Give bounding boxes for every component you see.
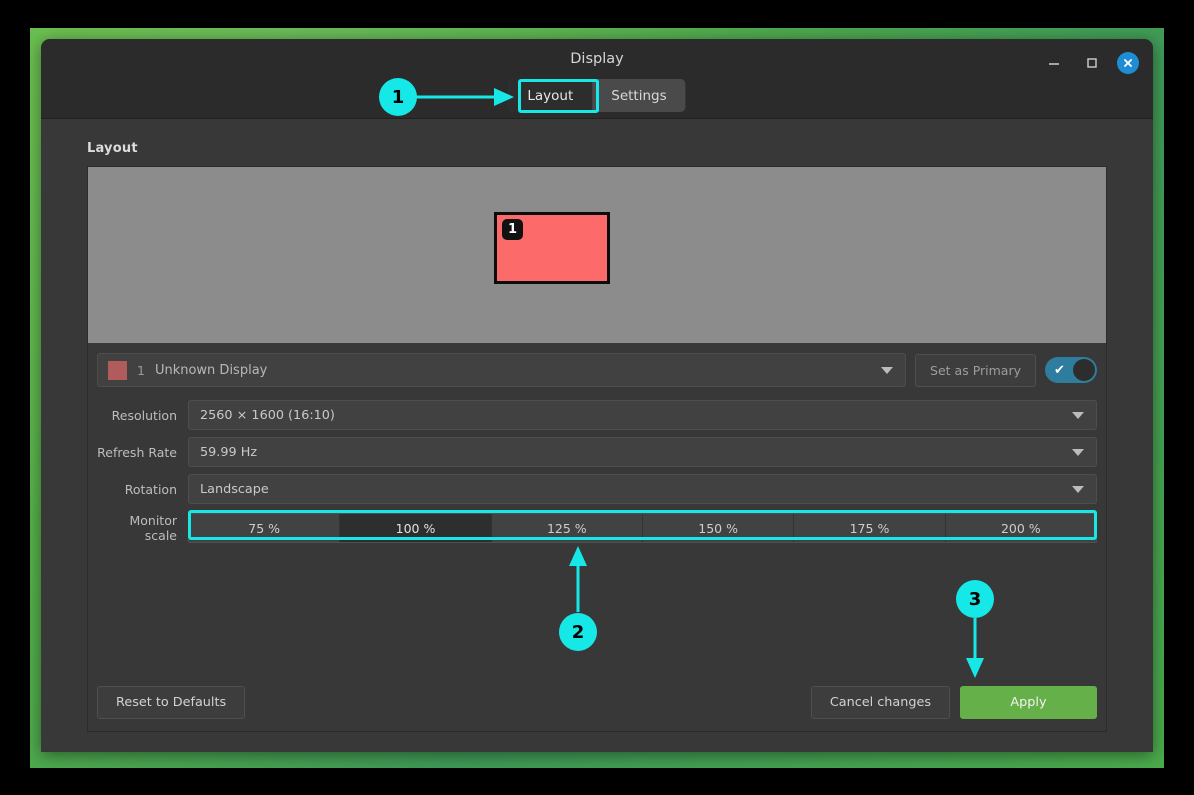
scale-option-150[interactable]: 150 % bbox=[643, 514, 794, 542]
set-as-primary-button[interactable]: Set as Primary bbox=[915, 354, 1036, 387]
panel-spacer bbox=[88, 546, 1106, 686]
rotation-label: Rotation bbox=[97, 482, 188, 497]
section-title-layout: Layout bbox=[87, 141, 1107, 156]
chevron-down-icon bbox=[881, 367, 893, 374]
refresh-rate-row: Refresh Rate 59.99 Hz bbox=[97, 434, 1097, 470]
minimize-icon[interactable] bbox=[1041, 50, 1067, 76]
display-enabled-toggle[interactable]: ✔ bbox=[1045, 357, 1097, 383]
window-titlebar: Display Layout Settings bbox=[41, 39, 1153, 119]
tab-layout[interactable]: Layout bbox=[508, 79, 592, 112]
chevron-down-icon bbox=[1072, 412, 1084, 419]
resolution-row: Resolution 2560 × 1600 (16:10) bbox=[97, 397, 1097, 433]
screenshot-root: Display Layout Settings bbox=[0, 0, 1194, 795]
chevron-down-icon bbox=[1072, 486, 1084, 493]
display-settings-window: Display Layout Settings bbox=[41, 39, 1153, 752]
resolution-value: 2560 × 1600 (16:10) bbox=[200, 408, 335, 423]
display-index-label: 1 bbox=[137, 363, 145, 378]
rotation-row: Rotation Landscape bbox=[97, 471, 1097, 507]
display-properties-form: Resolution 2560 × 1600 (16:10) Refresh R… bbox=[88, 396, 1106, 546]
scale-option-200[interactable]: 200 % bbox=[946, 514, 1096, 542]
annotation-badge-2: 2 bbox=[559, 613, 597, 651]
layout-panel: 1 1 Unknown Display Set as Primary ✔ bbox=[87, 166, 1107, 732]
tab-settings[interactable]: Settings bbox=[592, 79, 685, 112]
window-body: Layout 1 1 Unknown Display Se bbox=[41, 119, 1153, 752]
monitor-tile-number: 1 bbox=[502, 219, 523, 240]
window-title: Display bbox=[41, 51, 1153, 67]
annotation-badge-1: 1 bbox=[379, 78, 417, 116]
monitor-scale-row: Monitor scale 75 % 100 % 125 % 150 % 175… bbox=[97, 510, 1097, 546]
scale-option-125[interactable]: 125 % bbox=[492, 514, 643, 542]
monitor-arrangement-canvas[interactable]: 1 bbox=[88, 167, 1106, 343]
panel-footer: Reset to Defaults Cancel changes Apply bbox=[88, 686, 1106, 731]
tab-switcher: Layout Settings bbox=[508, 79, 685, 112]
rotation-value: Landscape bbox=[200, 482, 269, 497]
monitor-scale-label: Monitor scale bbox=[97, 513, 188, 543]
reset-to-defaults-button[interactable]: Reset to Defaults bbox=[97, 686, 245, 719]
annotation-badge-3: 3 bbox=[956, 580, 994, 618]
chevron-down-icon bbox=[1072, 449, 1084, 456]
refresh-rate-value: 59.99 Hz bbox=[200, 445, 257, 460]
monitor-tile-1[interactable]: 1 bbox=[494, 212, 610, 284]
resolution-label: Resolution bbox=[97, 408, 188, 423]
toggle-knob bbox=[1073, 359, 1095, 381]
scale-option-175[interactable]: 175 % bbox=[794, 514, 945, 542]
rotation-dropdown[interactable]: Landscape bbox=[188, 474, 1097, 504]
apply-button[interactable]: Apply bbox=[960, 686, 1097, 719]
scale-option-75[interactable]: 75 % bbox=[189, 514, 340, 542]
refresh-rate-dropdown[interactable]: 59.99 Hz bbox=[188, 437, 1097, 467]
display-selector-dropdown[interactable]: 1 Unknown Display bbox=[97, 353, 906, 387]
cancel-changes-button[interactable]: Cancel changes bbox=[811, 686, 950, 719]
refresh-rate-label: Refresh Rate bbox=[97, 445, 188, 460]
maximize-icon[interactable] bbox=[1079, 50, 1105, 76]
check-icon: ✔ bbox=[1054, 364, 1065, 377]
display-selector-row: 1 Unknown Display Set as Primary ✔ bbox=[88, 343, 1106, 396]
window-controls bbox=[1041, 50, 1139, 76]
resolution-dropdown[interactable]: 2560 × 1600 (16:10) bbox=[188, 400, 1097, 430]
display-name-label: Unknown Display bbox=[155, 363, 267, 378]
scale-option-100[interactable]: 100 % bbox=[340, 514, 491, 542]
monitor-scale-segmented-control: 75 % 100 % 125 % 150 % 175 % 200 % bbox=[188, 513, 1097, 543]
display-color-swatch bbox=[108, 361, 127, 380]
close-icon[interactable] bbox=[1117, 52, 1139, 74]
